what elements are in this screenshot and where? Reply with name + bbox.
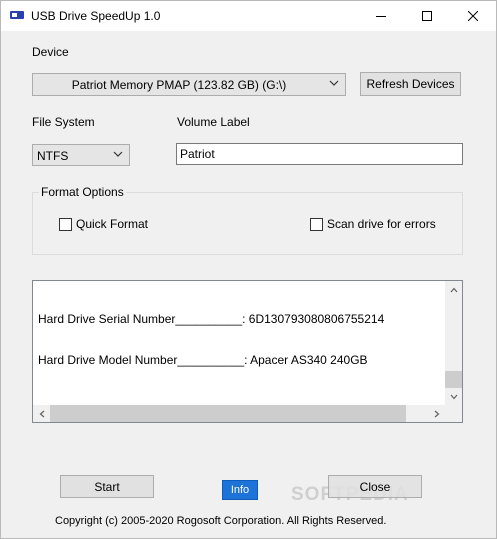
chevron-down-icon — [329, 80, 339, 86]
refresh-devices-button[interactable]: Refresh Devices — [360, 72, 461, 96]
window-title: USB Drive SpeedUp 1.0 — [31, 9, 161, 23]
quick-format-label: Quick Format — [76, 217, 149, 231]
file-system-selected-value: NTFS — [37, 149, 69, 163]
close-icon — [468, 11, 478, 21]
maximize-button[interactable] — [404, 1, 450, 31]
format-options-legend: Format Options — [39, 185, 126, 199]
horizontal-scrollbar[interactable] — [33, 405, 445, 422]
volume-label-input[interactable]: Patriot — [176, 143, 463, 165]
model-number-line: Hard Drive Model Number__________: Apace… — [38, 353, 368, 367]
minimize-icon — [376, 16, 386, 17]
title-bar[interactable]: USB Drive SpeedUp 1.0 — [1, 1, 496, 31]
volume-label-label: Volume Label — [177, 115, 250, 129]
chevron-down-icon — [113, 151, 123, 157]
serial-number-line: Hard Drive Serial Number__________: 6D13… — [38, 312, 385, 326]
file-system-dropdown[interactable]: NTFS — [32, 144, 130, 166]
checkbox-box — [59, 217, 72, 231]
chevron-right-icon — [434, 410, 439, 417]
scroll-right-button[interactable] — [428, 405, 445, 422]
vertical-scrollbar[interactable] — [445, 281, 462, 405]
close-window-button[interactable] — [450, 1, 496, 31]
file-system-label: File System — [32, 115, 95, 129]
minimize-button[interactable] — [358, 1, 404, 31]
start-button[interactable]: Start — [60, 475, 154, 498]
checkbox-box — [310, 217, 323, 231]
device-selected-value: Patriot Memory PMAP (123.82 GB) (G:\) — [71, 78, 287, 92]
quick-format-checkbox[interactable]: Quick Format — [59, 217, 148, 231]
maximize-icon — [422, 11, 432, 21]
horizontal-scroll-thumb[interactable] — [50, 405, 406, 422]
drive-info-textbox[interactable]: Hard Drive Serial Number__________: 6D13… — [32, 280, 463, 423]
chevron-up-icon — [450, 287, 457, 292]
chevron-left-icon — [39, 410, 44, 417]
scroll-left-button[interactable] — [33, 405, 50, 422]
scan-errors-checkbox[interactable]: Scan drive for errors — [310, 217, 436, 231]
chevron-down-icon — [450, 394, 457, 399]
scroll-up-button[interactable] — [445, 281, 462, 298]
vertical-scroll-thumb[interactable] — [445, 371, 462, 388]
scrollbar-corner — [445, 405, 462, 422]
info-button[interactable]: Info — [222, 480, 258, 500]
scroll-down-button[interactable] — [445, 388, 462, 405]
scan-errors-label: Scan drive for errors — [327, 217, 436, 231]
device-dropdown[interactable]: Patriot Memory PMAP (123.82 GB) (G:\) — [32, 73, 346, 96]
app-window: USB Drive SpeedUp 1.0 Device Patriot Mem… — [0, 0, 497, 539]
copyright-text: Copyright (c) 2005-2020 Rogosoft Corpora… — [55, 515, 387, 527]
device-label: Device — [32, 45, 69, 59]
close-button[interactable]: Close — [328, 475, 422, 498]
usb-drive-app-icon — [10, 11, 24, 19]
